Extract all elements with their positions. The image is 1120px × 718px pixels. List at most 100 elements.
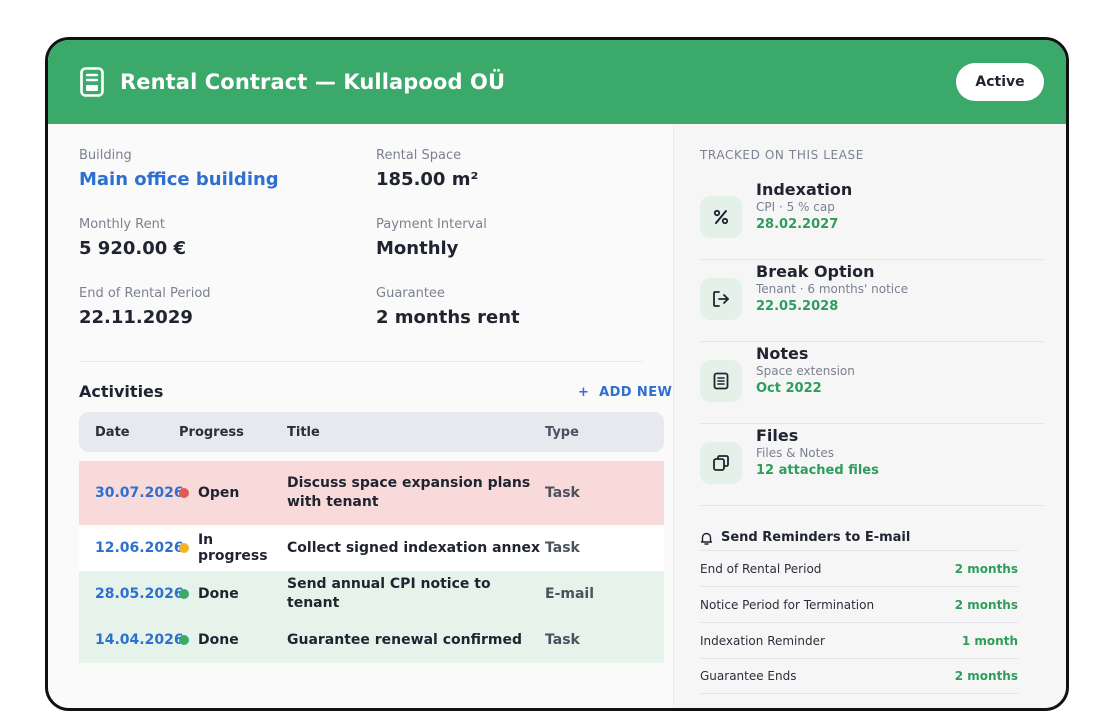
tracked-item-sub: Files & Notes [756, 446, 834, 460]
column-header-title[interactable]: Title [287, 423, 545, 442]
building-link[interactable]: Main office building [79, 169, 279, 190]
guarantee-field: Guarantee 2 months rent [376, 286, 520, 328]
activities-table: Date Progress Title Type 30.07.2026 Open D… [79, 412, 664, 663]
exit-icon [700, 278, 742, 320]
status-dot-icon [179, 488, 189, 498]
tracked-item-sub: CPI · 5 % cap [756, 200, 835, 214]
reminder-label: Notice Period for Termination [700, 597, 875, 612]
activity-progress: Done [179, 586, 287, 602]
reminder-row[interactable]: End of Rental Period 2 months [700, 550, 1018, 586]
contract-header: Rental Contract — Kullapood OÜ Active [48, 40, 1066, 124]
end-of-period-value: 22.11.2029 [79, 307, 193, 328]
activity-progress: In progress [179, 532, 287, 564]
activity-title: Guarantee renewal confirmed [287, 631, 522, 648]
column-header-progress[interactable]: Progress [179, 425, 287, 440]
monthly-rent-field: Monthly Rent 5 920.00 € [79, 217, 186, 259]
tracked-item-indexation[interactable]: Indexation CPI · 5 % cap 28.02.2027 [700, 180, 1044, 260]
page-title: Rental Contract — Kullapood OÜ [120, 70, 506, 94]
column-header-type[interactable]: Type [545, 425, 664, 440]
reminder-label: Indexation Reminder [700, 633, 825, 648]
bell-icon [700, 531, 713, 545]
tracked-item-value: 22.05.2028 [756, 299, 839, 314]
tracked-item-value: Oct 2022 [756, 381, 822, 396]
table-row[interactable]: 28.05.2026 Done Send annual CPI notice to … [79, 571, 664, 617]
tracked-item-break-option[interactable]: Break Option Tenant · 6 months' notice 2… [700, 262, 1044, 342]
contract-card: Rental Contract — Kullapood OÜ Active Bu… [45, 37, 1069, 711]
reminder-value[interactable]: 2 months [955, 669, 1018, 683]
activity-progress: Open [179, 485, 287, 501]
reminder-value[interactable]: 2 months [955, 562, 1018, 576]
tracked-item-value: 28.02.2027 [756, 217, 839, 232]
table-body: 30.07.2026 Open Discuss space expansion pl… [79, 461, 664, 663]
rental-space-field: Rental Space 185.00 m² [376, 148, 478, 190]
activity-date[interactable]: 12.06.2026 [79, 540, 184, 556]
document-icon [80, 67, 106, 97]
table-header: Date Progress Title Type [79, 412, 664, 452]
reminders-title: Send Reminders to E-mail [721, 530, 911, 545]
tracked-item-notes[interactable]: Notes Space extension Oct 2022 [700, 344, 1044, 424]
reminder-value[interactable]: 2 months [955, 598, 1018, 612]
payment-interval-label: Payment Interval [376, 217, 487, 232]
guarantee-value: 2 months rent [376, 307, 520, 328]
activity-type: Task [545, 540, 580, 556]
tracked-item-name: Indexation [756, 180, 853, 199]
end-of-period-label: End of Rental Period [79, 286, 211, 301]
status-dot-icon [179, 635, 189, 645]
table-row[interactable]: 12.06.2026 In progress Collect signed inde… [79, 525, 664, 571]
reminder-row[interactable]: Notice Period for Termination 2 months [700, 586, 1018, 622]
tracked-panel: TRACKED ON THIS LEASE Indexation CPI · 5… [673, 124, 1066, 708]
activities-heading: Activities [79, 382, 164, 401]
activity-progress: Done [179, 632, 287, 648]
add-new-button[interactable]: + ADD NEW [578, 385, 672, 400]
activity-progress-label: Done [198, 586, 239, 602]
activity-type: Task [545, 485, 580, 501]
status-badge[interactable]: Active [956, 63, 1044, 101]
reminder-label: Guarantee Ends [700, 669, 797, 683]
contract-details-panel: Building Main office building Rental Spa… [48, 124, 673, 708]
activity-title: Send annual CPI notice to tenant [287, 576, 491, 611]
guarantee-label: Guarantee [376, 286, 445, 301]
activity-title: Discuss space expansion plans with tenan… [287, 475, 531, 510]
notes-icon [700, 360, 742, 402]
tracked-item-sub: Tenant · 6 months' notice [756, 282, 909, 296]
rental-space-label: Rental Space [376, 148, 462, 163]
tracked-item-name: Files [756, 426, 799, 445]
end-of-period-field: End of Rental Period 22.11.2029 [79, 286, 211, 328]
table-row[interactable]: 30.07.2026 Open Discuss space expansion pl… [79, 461, 664, 525]
activity-date[interactable]: 30.07.2026 [79, 485, 184, 501]
building-field: Building Main office building [79, 148, 279, 190]
payment-interval-field: Payment Interval Monthly [376, 217, 487, 259]
status-dot-icon [179, 543, 189, 553]
table-row[interactable]: 14.04.2026 Done Guarantee renewal confirme… [79, 617, 664, 663]
reminder-value[interactable]: 1 month [962, 634, 1018, 648]
reminders-heading: Send Reminders to E-mail [700, 530, 910, 545]
activity-date[interactable]: 14.04.2026 [79, 632, 184, 648]
rental-space-value: 185.00 m² [376, 169, 479, 190]
tracked-heading: TRACKED ON THIS LEASE [700, 148, 864, 162]
monthly-rent-label: Monthly Rent [79, 217, 165, 232]
tracked-item-files[interactable]: Files Files & Notes 12 attached files [700, 426, 1044, 506]
status-dot-icon [179, 589, 189, 599]
activity-type: Task [545, 632, 580, 648]
files-icon [700, 442, 742, 484]
payment-interval-value: Monthly [376, 238, 459, 259]
tracked-item-sub: Space extension [756, 364, 855, 378]
add-new-label: ADD NEW [599, 385, 673, 400]
activity-progress-label: Done [198, 632, 239, 648]
tracked-item-value: 12 attached files [756, 463, 879, 478]
activity-title: Collect signed indexation annex [287, 539, 540, 556]
activity-type: E-mail [545, 586, 595, 602]
reminder-row[interactable]: Indexation Reminder 1 month [700, 622, 1018, 658]
activity-progress-label: Open [198, 485, 240, 501]
tracked-item-name: Notes [756, 344, 809, 363]
reminder-label: End of Rental Period [700, 561, 822, 576]
percent-icon [700, 196, 742, 238]
building-label: Building [79, 148, 132, 163]
activity-date[interactable]: 28.05.2026 [79, 586, 184, 602]
column-header-date[interactable]: Date [79, 425, 179, 440]
tracked-item-name: Break Option [756, 262, 875, 281]
monthly-rent-value: 5 920.00 € [79, 238, 187, 259]
section-divider [79, 361, 643, 362]
reminder-row[interactable]: Guarantee Ends 2 months [700, 658, 1018, 694]
plus-icon: + [578, 385, 590, 400]
